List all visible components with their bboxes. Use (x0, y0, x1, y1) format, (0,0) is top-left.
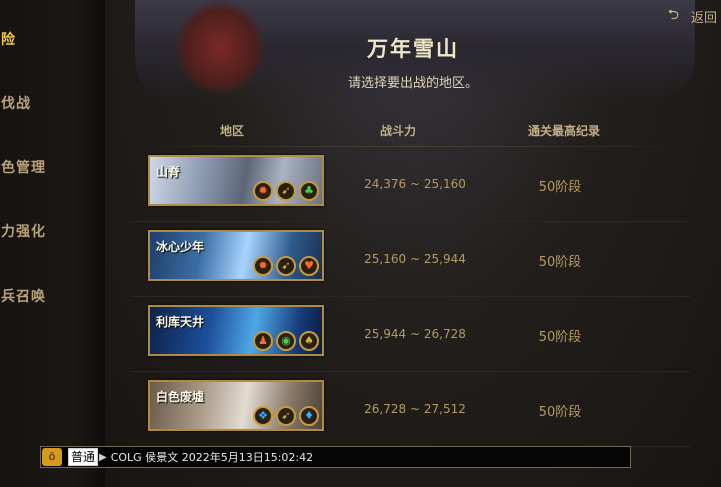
best-record: 50阶段 (538, 255, 582, 270)
column-header-record: 通关最高纪录 (528, 124, 601, 138)
heart-emblem-icon: ♥ (299, 256, 319, 276)
power-range: 24,376 ~ 25,160 (325, 177, 505, 191)
figure-emblem-icon: ♟ (253, 331, 273, 351)
chat-bar: ö 普通 ▶ COLG 侯景文 2022年5月13日15:02:42 (40, 446, 631, 468)
channel-arrow-icon: ▶ (99, 451, 107, 463)
sidebar: 冒险 讨伐战 角色管理 能力强化 佣兵召唤 (0, 0, 106, 487)
table-row[interactable]: 冰心少年 ✹ ➹ ♥ 25,160 ~ 25,944 50阶段 (130, 222, 690, 297)
return-arrow-icon: ⮌ (667, 7, 679, 23)
emblem-group: ✹ ➹ ♥ (253, 256, 319, 276)
power-max: 26,728 (423, 327, 466, 341)
region-thumbnail[interactable]: 山脊 ✹ ➹ ♣ (148, 155, 324, 206)
table-row[interactable]: 山脊 ✹ ➹ ♣ 24,376 ~ 25,160 50阶段 (130, 147, 690, 222)
region-name: 白色废墟 (156, 390, 205, 404)
sidebar-item-crusade[interactable]: 讨伐战 (0, 93, 31, 113)
region-name: 冰心少年 (156, 240, 205, 254)
power-min: 25,160 (364, 252, 407, 266)
spade-emblem-icon: ♠ (299, 331, 319, 351)
sidebar-item-mercenary-summon[interactable]: 佣兵召唤 (0, 286, 46, 306)
emblem-group: ♟ ◉ ♠ (253, 331, 319, 351)
table-row[interactable]: 利库天井 ♟ ◉ ♠ 25,944 ~ 26,728 50阶段 (130, 297, 690, 372)
power-max: 25,944 (423, 252, 466, 266)
back-label: 返回 (690, 10, 717, 26)
chat-channel-button[interactable]: 普通 (68, 448, 99, 466)
column-header-region: 地区 (220, 124, 245, 138)
best-record: 50阶段 (538, 180, 582, 195)
power-range: 26,728 ~ 27,512 (325, 402, 505, 416)
page-subtitle: 请选择要出战的地区。 (347, 76, 478, 91)
sidebar-item-character-management[interactable]: 角色管理 (0, 157, 46, 177)
eye-emblem-icon: ◉ (276, 331, 296, 351)
power-min: 24,376 (364, 177, 407, 191)
fire-emblem-icon: ✹ (253, 256, 273, 276)
chat-sender: COLG (110, 451, 142, 464)
arrow-emblem-icon: ➹ (276, 406, 296, 426)
power-max: 27,512 (423, 402, 466, 416)
chat-message: COLG 侯景文 2022年5月13日15:02:42 (111, 449, 313, 465)
club-emblem-icon: ♣ (299, 181, 319, 201)
region-thumbnail[interactable]: 冰心少年 ✹ ➹ ♥ (148, 230, 324, 281)
power-min: 25,944 (364, 327, 407, 341)
region-name: 山脊 (156, 165, 181, 179)
power-min: 26,728 (364, 402, 407, 416)
region-thumbnail[interactable]: 利库天井 ♟ ◉ ♠ (148, 305, 324, 356)
wing-emblem-icon: ❖ (253, 406, 273, 426)
power-separator: ~ (409, 327, 421, 341)
power-range: 25,160 ~ 25,944 (325, 252, 505, 266)
chat-timestamp: 2022年5月13日15:02:42 (181, 451, 314, 464)
region-name: 利库天井 (156, 315, 205, 329)
sidebar-item-adventure[interactable]: 冒险 (0, 29, 16, 49)
sidebar-item-ability-enhancement[interactable]: 能力强化 (0, 221, 46, 241)
arrow-emblem-icon: ➹ (276, 256, 296, 276)
power-separator: ~ (409, 177, 421, 191)
emblem-group: ❖ ➹ ♦ (253, 406, 319, 426)
table-row[interactable]: 白色废墟 ❖ ➹ ♦ 26,728 ~ 27,512 50阶段 (130, 372, 690, 447)
dungeon-select-panel: ⮌ 返回 万年雪山 请选择要出战的地区。 地区 战斗力 通关最高纪录 山脊 ✹ … (105, 0, 721, 487)
diamond-emblem-icon: ♦ (299, 406, 319, 426)
page-title: 万年雪山 (367, 36, 459, 61)
back-button[interactable]: ⮌ 返回 (668, 4, 717, 28)
fire-emblem-icon: ✹ (253, 181, 273, 201)
column-header-power: 战斗力 (380, 124, 417, 138)
chat-author-name: 侯景文 (145, 451, 179, 464)
arrow-emblem-icon: ➹ (276, 181, 296, 201)
best-record: 50阶段 (538, 330, 582, 345)
power-separator: ~ (409, 252, 421, 266)
region-thumbnail[interactable]: 白色废墟 ❖ ➹ ♦ (148, 380, 324, 431)
power-max: 25,160 (423, 177, 466, 191)
emblem-group: ✹ ➹ ♣ (253, 181, 319, 201)
emoticon-icon[interactable]: ö (42, 448, 62, 466)
power-separator: ~ (409, 402, 421, 416)
power-range: 25,944 ~ 26,728 (325, 327, 505, 341)
best-record: 50阶段 (538, 405, 582, 420)
